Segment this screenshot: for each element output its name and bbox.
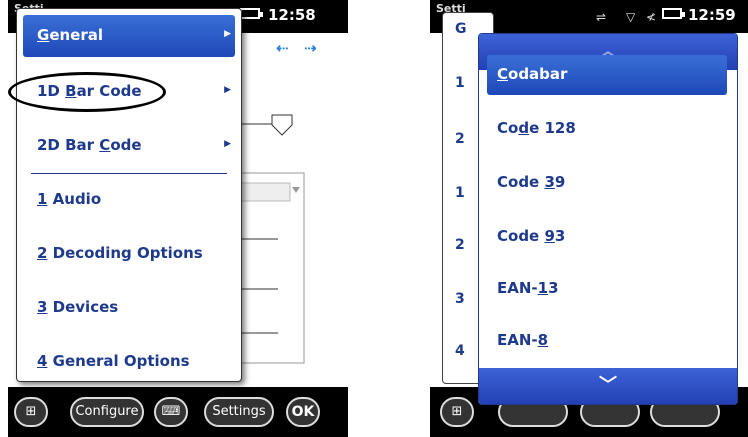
menu-item[interactable]: 2 Decoding Options [23,233,235,275]
item-label: Code 93 [497,227,565,245]
label-suffix: Audio [47,190,102,208]
label-suffix: e 128 [529,119,576,137]
settings-menu: General ▶ 1D Bar Code ▶ 2D Bar Code ▶ 1 Audio 2… [16,8,242,382]
label-suffix: Devices [47,298,119,316]
arrow-left-icon[interactable]: ⇠ [276,39,289,57]
windows-logo-icon[interactable]: ⊞ [14,397,48,427]
barcode-type-picker: ︿ ﹀ Codabar Code 128 Code 39 Code 93 EAN-13 E… [478,33,738,405]
left-screen: Setti ⇌ ▽ ≮ 12:58 ⇠ ⇢ ⊞ Configure ⌨ Sett… [8,0,348,437]
accelerator-key: 2 [37,244,48,262]
label-prefix: Co [497,119,519,137]
menu-item[interactable]: 4 General Options [23,341,235,383]
label-suffix: odabar [508,65,568,83]
label-suffix: 3 [554,227,566,245]
picker-item[interactable]: EAN-13 [487,269,727,309]
ok-button[interactable]: OK [286,397,320,427]
label-suffix: eneral [49,26,103,44]
item-label: 4 General Options [37,352,190,370]
parent-menu-item[interactable]: 4 [455,343,465,359]
item-label: Code 128 [497,119,576,137]
label-prefix: Code [497,173,545,191]
scroll-down-button[interactable]: ﹀ [479,368,737,404]
item-label: 3 Devices [37,298,118,316]
label-suffix: General Options [47,352,190,370]
menu-item[interactable]: 1 Audio [23,179,235,221]
accelerator-key: C [497,65,509,83]
picker-item[interactable]: Code 93 [487,217,727,257]
menu-item[interactable]: 3 Devices [23,287,235,329]
menu-item[interactable]: General ▶ [23,15,235,57]
accelerator-key: d [518,119,530,137]
item-label: EAN-8 [497,331,548,349]
accelerator-key: 4 [37,352,48,370]
item-label: EAN-13 [497,279,559,297]
right-triangle-icon: ▶ [224,29,231,39]
item-label: General [37,26,103,44]
signal-icon: ▽ [626,10,636,24]
label-suffix: ode [110,136,142,154]
picker-item[interactable]: Code 128 [487,109,727,149]
label-suffix: 9 [554,173,566,191]
item-label: 2 Decoding Options [37,244,203,262]
label-suffix: Decoding Options [47,244,203,262]
menu-item[interactable]: 2D Bar Code ▶ [23,125,235,167]
label-prefix: 2D Bar [37,136,100,154]
configure-button[interactable]: Configure [70,397,144,427]
arrow-right-icon[interactable]: ⇢ [304,39,317,57]
accelerator-key: 3 [544,173,555,191]
parent-menu-item[interactable]: 1 [455,185,465,201]
accelerator-key: G [37,26,50,44]
parent-menu-item[interactable]: G [455,21,467,37]
volume-icon: ≮ [646,10,657,24]
parent-menu-item[interactable]: 2 [455,131,465,147]
battery-icon [662,8,685,19]
clock: 12:59 [688,6,736,24]
label-suffix: 3 [548,279,559,297]
parent-menu-item[interactable]: 1 [455,75,465,91]
accelerator-key: 1 [37,190,48,208]
keyboard-icon[interactable]: ⌨ [154,397,188,427]
windows-logo-icon[interactable]: ⊞ [440,397,474,427]
label-prefix: EAN- [497,279,538,297]
label-prefix: EAN- [497,331,538,349]
accelerator-key: 9 [544,227,555,245]
picker-item[interactable]: EAN-8 [487,321,727,361]
right-screen: Setti ⇌ ▽ ≮ 12:59 ⊞ G121234 ︿ ﹀ Codabar C… [430,0,748,437]
parent-menu-item[interactable]: 3 [455,291,465,307]
label-prefix: Code [497,227,545,245]
item-label: 2D Bar Code [37,136,142,154]
clock: 12:58 [268,6,316,24]
accelerator-key: C [99,136,111,154]
picker-item[interactable]: Code 39 [487,163,727,203]
parent-menu-item[interactable]: 2 [455,237,465,253]
battery-icon [240,8,263,19]
accelerator-key: 3 [37,298,48,316]
accelerator-key: 1 [537,279,549,297]
connection-icon: ⇌ [596,10,607,24]
right-triangle-icon: ▶ [224,85,231,95]
item-label: Codabar [497,65,567,83]
highlight-ellipse [8,72,166,112]
item-label: 1 Audio [37,190,101,208]
accelerator-key: 8 [537,331,549,349]
settings-button[interactable]: Settings [204,397,274,427]
right-triangle-icon: ▶ [224,139,231,149]
picker-item[interactable]: Codabar [487,55,727,95]
menu-separator [31,173,227,174]
item-label: Code 39 [497,173,565,191]
chevron-down-icon: ﹀ [599,375,617,396]
softkey-bar: ⊞ Configure ⌨ Settings OK [8,387,348,437]
